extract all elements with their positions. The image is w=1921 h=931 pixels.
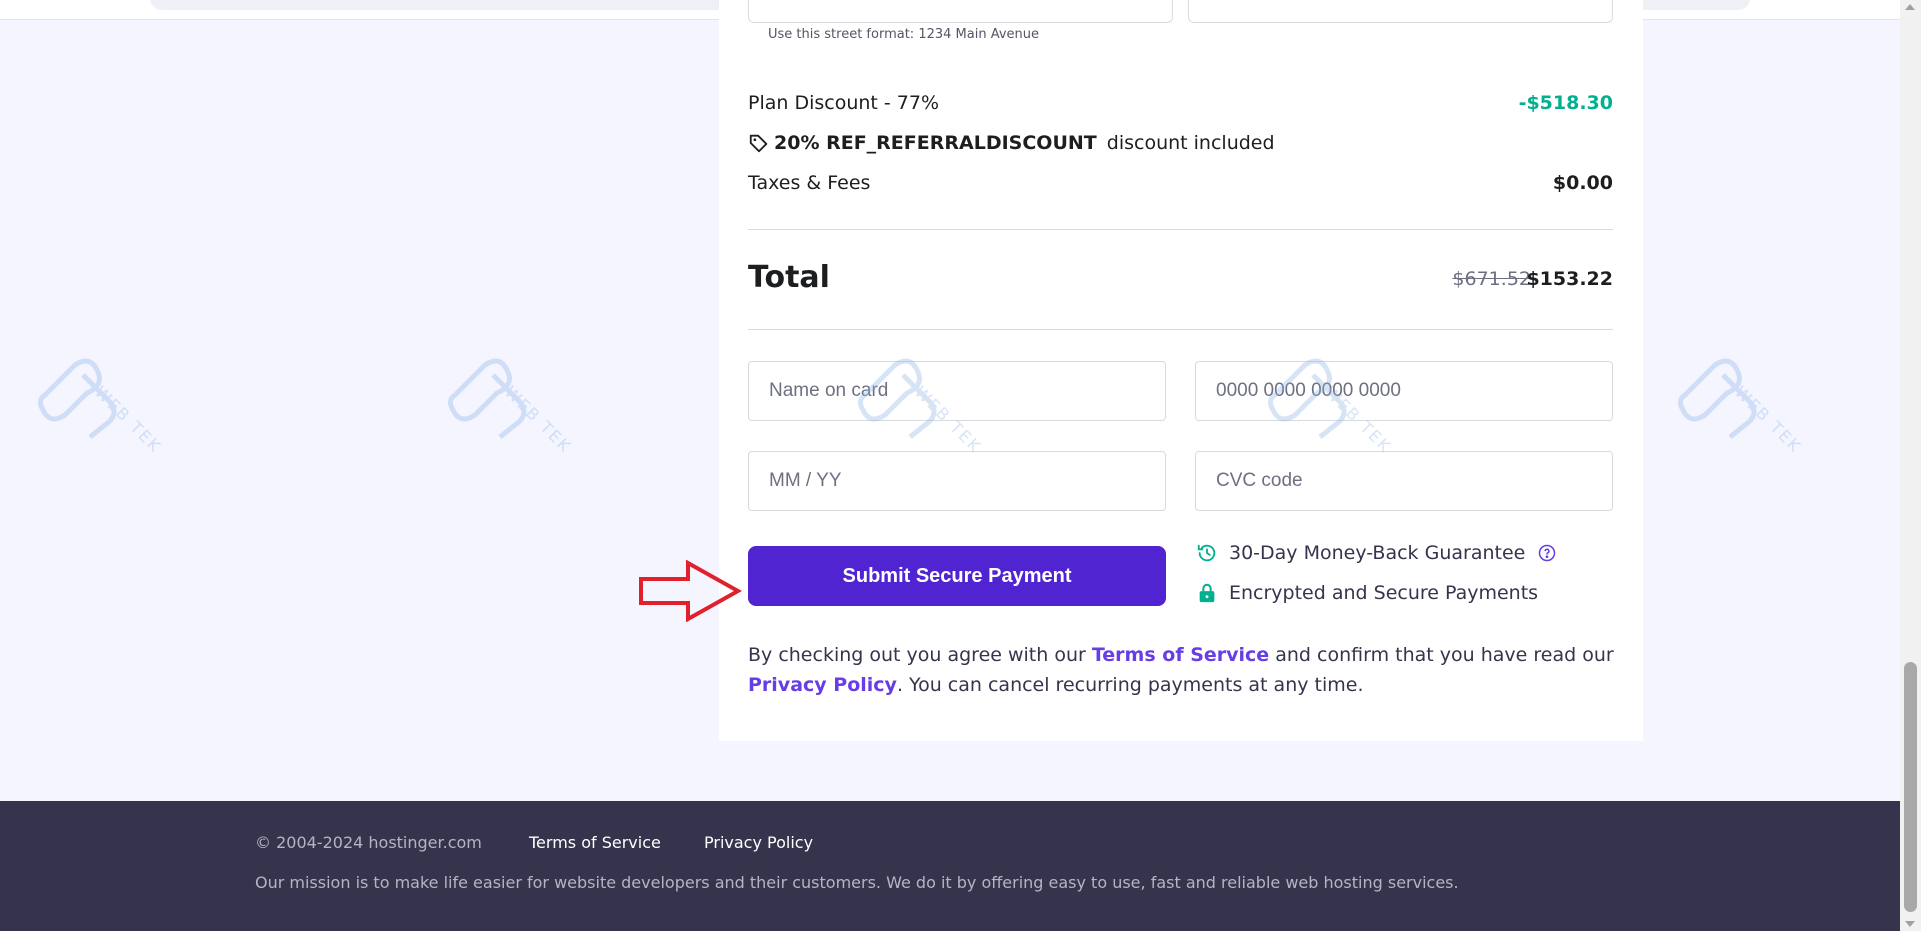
scroll-down-arrow[interactable]: [1905, 921, 1915, 927]
cvc-input[interactable]: [1195, 451, 1613, 511]
footer-terms-link[interactable]: Terms of Service: [529, 833, 661, 852]
secure-payment-text: Encrypted and Secure Payments: [1229, 582, 1539, 604]
privacy-policy-link[interactable]: Privacy Policy: [748, 674, 897, 696]
legal-notice: By checking out you agree with our Terms…: [748, 640, 1628, 700]
divider: [748, 229, 1613, 230]
legal-suffix: . You can cancel recurring payments at a…: [896, 674, 1364, 696]
watermark-text: WEB TEK: [90, 382, 166, 457]
total-price: $153.22: [1526, 268, 1613, 290]
lock-icon: [1195, 581, 1219, 605]
watermark-text: WEB TEK: [500, 382, 576, 457]
coupon-suffix: discount included: [1100, 132, 1275, 154]
plan-discount-value: -$518.30: [1518, 92, 1613, 114]
taxes-value: $0.00: [1552, 172, 1613, 194]
page-footer: © 2004-2024 hostinger.com Terms of Servi…: [0, 801, 1900, 931]
coupon-code: 20% REF_REFERRALDISCOUNT: [774, 132, 1097, 154]
total-original-price: $671.52: [1452, 268, 1531, 290]
coupon-row: 20% REF_REFERRALDISCOUNT discount includ…: [748, 132, 1275, 154]
address-secondary-input[interactable]: [1188, 0, 1613, 23]
submit-payment-button[interactable]: Submit Secure Payment: [748, 546, 1166, 606]
copyright: © 2004-2024 hostinger.com: [255, 833, 482, 852]
legal-prefix: By checking out you agree with our: [748, 644, 1092, 666]
scroll-up-arrow[interactable]: [1905, 4, 1915, 10]
arrow-right-icon: [638, 559, 743, 623]
page-scrollbar[interactable]: [1900, 0, 1921, 931]
money-back-feature: 30-Day Money-Back Guarantee: [1195, 541, 1559, 565]
expiry-date-input[interactable]: [748, 451, 1166, 511]
name-on-card-input[interactable]: [748, 361, 1166, 421]
street-address-input[interactable]: [748, 0, 1173, 23]
watermark: WEB TEK: [1665, 345, 1815, 495]
street-format-hint: Use this street format: 1234 Main Avenue: [768, 27, 1039, 42]
watermark-text: WEB TEK: [1730, 382, 1806, 457]
plan-discount-label: Plan Discount - 77%: [748, 92, 940, 114]
divider: [748, 329, 1613, 330]
secure-payment-feature: Encrypted and Secure Payments: [1195, 581, 1538, 605]
watermark: WEB TEK: [435, 345, 585, 495]
scrollbar-thumb[interactable]: [1904, 662, 1917, 912]
card-number-input[interactable]: [1195, 361, 1613, 421]
tag-icon: [748, 132, 770, 154]
legal-middle: and confirm that you have read our: [1269, 644, 1620, 666]
watermark: WEB TEK: [25, 345, 175, 495]
footer-privacy-link[interactable]: Privacy Policy: [704, 833, 813, 852]
money-back-text: 30-Day Money-Back Guarantee: [1229, 542, 1526, 564]
question-circle-icon[interactable]: [1535, 541, 1559, 565]
mission-statement: Our mission is to make life easier for w…: [255, 873, 1459, 892]
terms-of-service-link[interactable]: Terms of Service: [1092, 644, 1269, 666]
taxes-label: Taxes & Fees: [748, 172, 871, 194]
history-icon: [1195, 541, 1219, 565]
total-label: Total: [748, 260, 830, 295]
